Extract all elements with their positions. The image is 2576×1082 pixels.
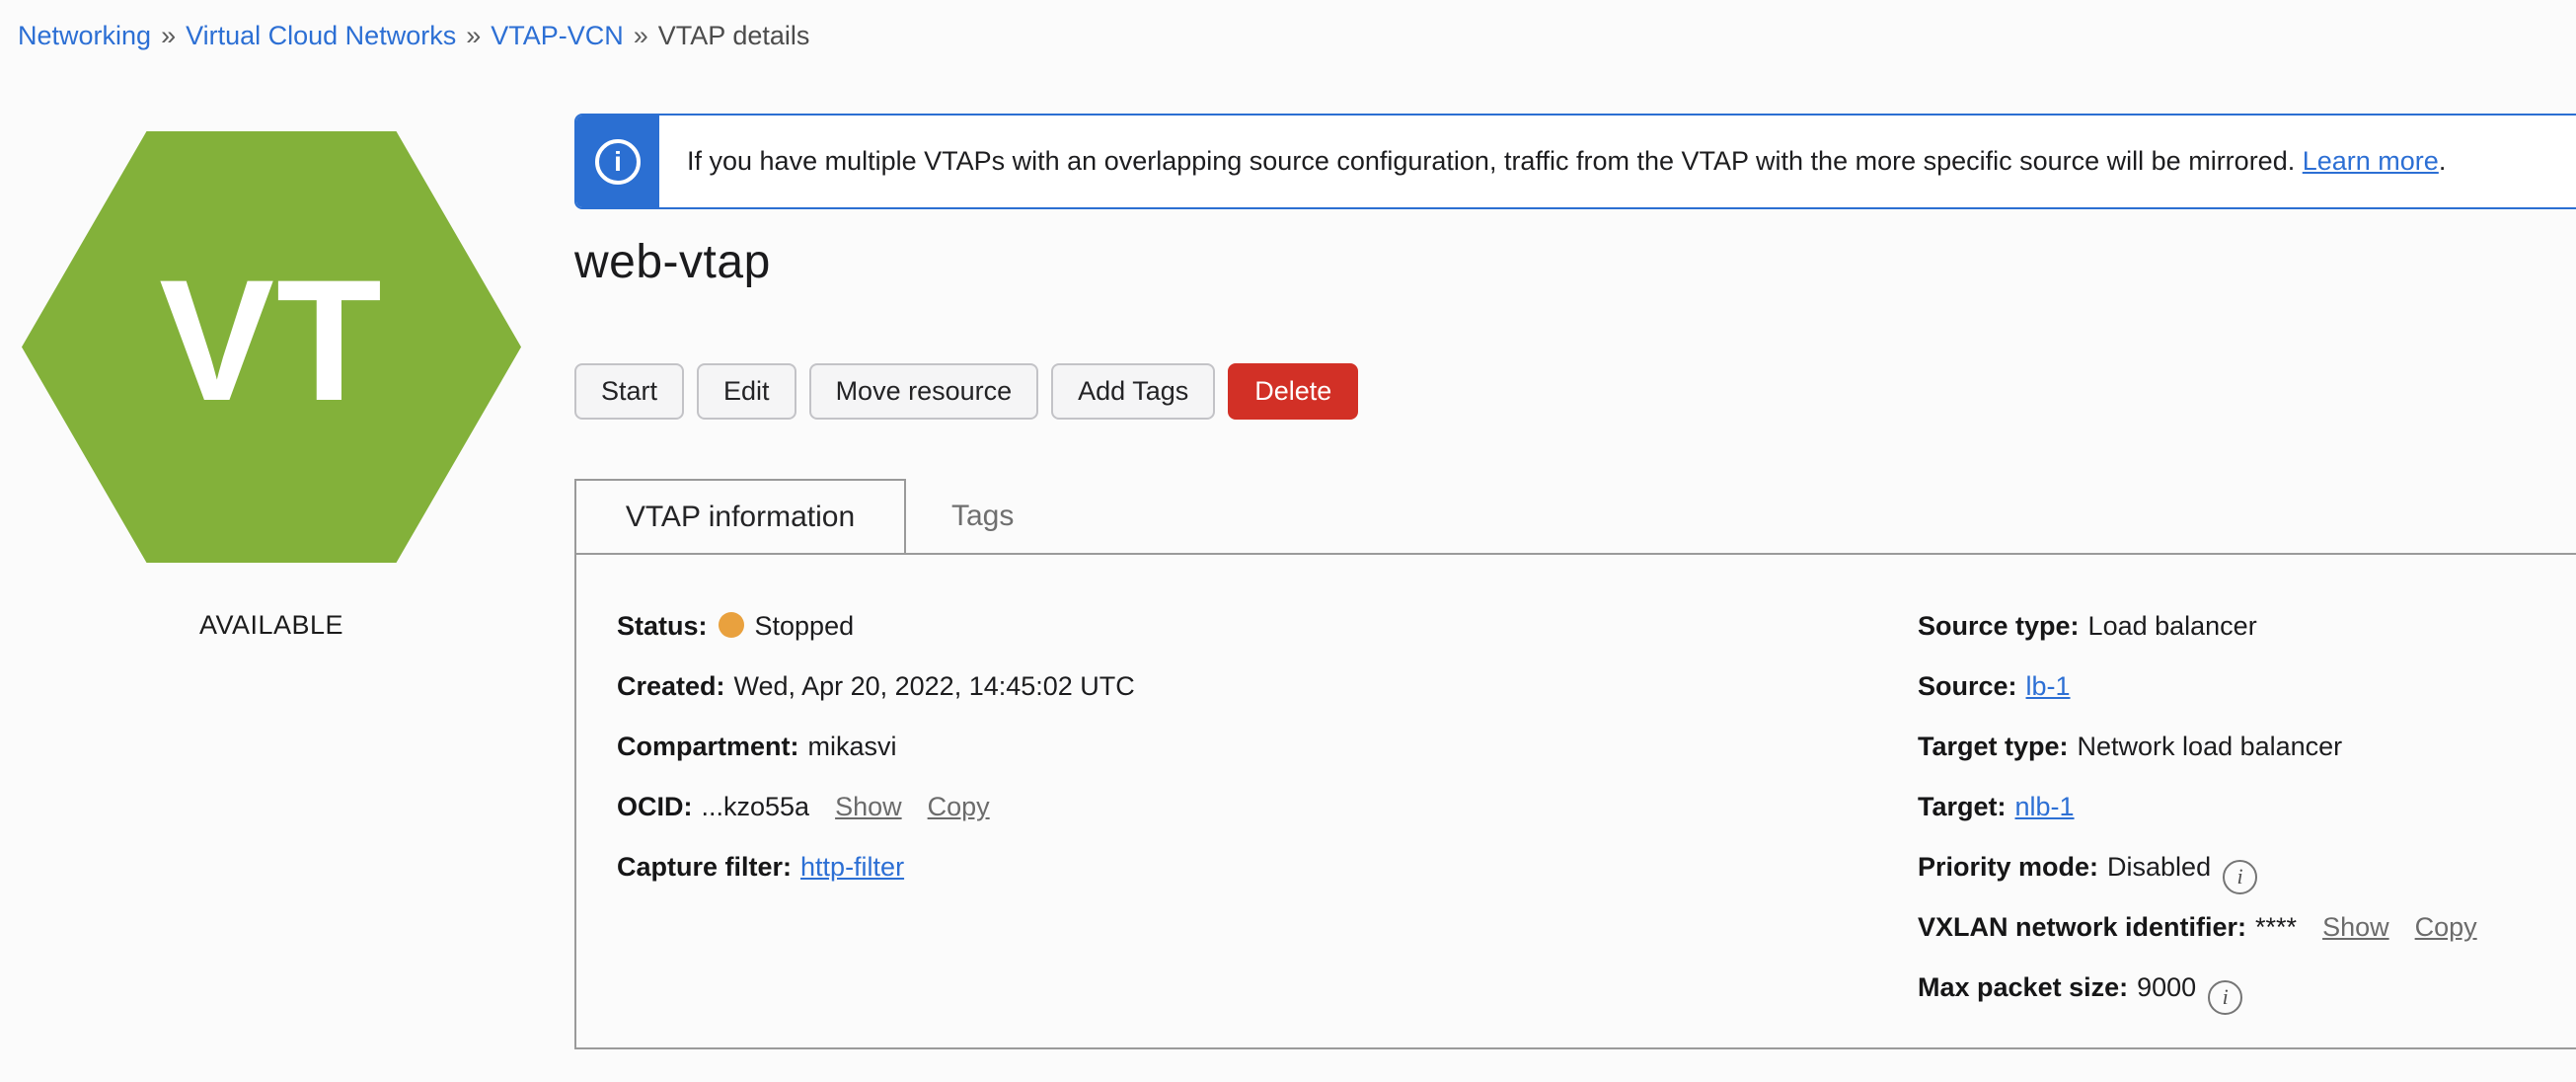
field-capture-filter: Capture filter: http-filter	[617, 850, 1135, 884]
field-value: ****	[2255, 912, 2298, 942]
field-label: OCID:	[617, 792, 693, 821]
move-resource-button[interactable]: Move resource	[808, 363, 1039, 420]
resource-initials: VT	[159, 245, 384, 437]
field-priority-mode: Priority mode: Disabled i	[1918, 850, 2477, 894]
capture-filter-link[interactable]: http-filter	[800, 852, 904, 882]
info-banner: i If you have multiple VTAPs with an ove…	[574, 114, 2576, 209]
field-source: Source: lb-1	[1918, 669, 2477, 703]
field-label: Created:	[617, 671, 725, 701]
field-label: Target:	[1918, 792, 2007, 821]
field-label: Status:	[617, 611, 708, 641]
details-left-column: Status: Stopped Created: Wed, Apr 20, 2022,…	[617, 609, 1135, 910]
field-value: Wed, Apr 20, 2022, 14:45:02 UTC	[733, 671, 1135, 701]
field-value: mikasvi	[807, 732, 897, 761]
page-title: web-vtap	[574, 236, 771, 288]
info-icon: i	[595, 138, 641, 185]
field-value: Stopped	[754, 611, 855, 641]
field-ocid: OCID: ...kzo55a Show Copy	[617, 790, 1135, 823]
source-link[interactable]: lb-1	[2026, 671, 2071, 701]
status-dot	[718, 612, 744, 638]
resource-hexagon-icon: VT	[22, 131, 521, 563]
availability-label: AVAILABLE	[198, 610, 344, 640]
ocid-copy-link[interactable]: Copy	[928, 792, 990, 821]
vxlan-network-identifier-show-link[interactable]: Show	[2322, 912, 2389, 942]
field-label: Source:	[1918, 671, 2017, 701]
breadcrumb-link-vtap-vcn[interactable]: VTAP-VCN	[491, 21, 624, 50]
field-vxlan-network-identifier: VXLAN network identifier: **** Show Copy	[1918, 910, 2477, 944]
field-label: Compartment:	[617, 732, 799, 761]
field-max-packet-size: Max packet size: 9000 i	[1918, 970, 2477, 1015]
start-button[interactable]: Start	[574, 363, 685, 420]
learn-more-link[interactable]: Learn more	[2303, 146, 2439, 176]
field-created: Created: Wed, Apr 20, 2022, 14:45:02 UTC	[617, 669, 1135, 703]
breadcrumb-separator: »	[161, 21, 177, 50]
breadcrumb-current: VTAP details	[657, 21, 810, 50]
info-icon[interactable]: i	[2223, 859, 2258, 894]
vtap-information-panel: Status: Stopped Created: Wed, Apr 20, 2022,…	[574, 553, 2576, 1049]
field-label: Priority mode:	[1918, 852, 2099, 882]
delete-button[interactable]: Delete	[1228, 363, 1359, 420]
tab-tags[interactable]: Tags	[906, 479, 1059, 553]
breadcrumb: Networking » Virtual Cloud Networks » VTAP-V…	[18, 18, 809, 53]
field-label: Source type:	[1918, 611, 2080, 641]
field-source-type: Source type: Load balancer	[1918, 609, 2477, 643]
field-label: Target type:	[1918, 732, 2069, 761]
action-buttons: Start Edit Move resource Add Tags Delete	[574, 363, 1359, 420]
field-value: ...kzo55a	[701, 792, 810, 821]
banner-message: If you have multiple VTAPs with an overl…	[687, 146, 2447, 176]
info-banner-accent: i	[576, 116, 659, 207]
breadcrumb-link-networking[interactable]: Networking	[18, 21, 151, 50]
breadcrumb-separator: »	[466, 21, 482, 50]
field-target-type: Target type: Network load balancer	[1918, 730, 2477, 763]
tab-bar: VTAP information Tags	[574, 479, 1059, 553]
field-label: Capture filter:	[617, 852, 793, 882]
breadcrumb-link-virtual-cloud-networks[interactable]: Virtual Cloud Networks	[186, 21, 456, 50]
field-target: Target: nlb-1	[1918, 790, 2477, 823]
target-link[interactable]: nlb-1	[2015, 792, 2075, 821]
vxlan-network-identifier-copy-link[interactable]: Copy	[2415, 912, 2477, 942]
ocid-show-link[interactable]: Show	[835, 792, 902, 821]
add-tags-button[interactable]: Add Tags	[1051, 363, 1216, 420]
tab-vtap-information[interactable]: VTAP information	[574, 479, 906, 553]
field-compartment: Compartment: mikasvi	[617, 730, 1135, 763]
breadcrumb-separator: »	[633, 21, 648, 50]
field-value: Network load balancer	[2077, 732, 2343, 761]
field-value: Load balancer	[2087, 611, 2257, 641]
field-label: VXLAN network identifier:	[1918, 912, 2247, 942]
field-label: Max packet size:	[1918, 972, 2129, 1002]
field-status: Status: Stopped	[617, 609, 1135, 643]
edit-button[interactable]: Edit	[697, 363, 796, 420]
field-value: Disabled	[2107, 852, 2212, 882]
info-icon[interactable]: i	[2208, 979, 2243, 1015]
field-value: 9000	[2137, 972, 2197, 1002]
details-right-column: Source type: Load balancer Source: lb-1 Targ…	[1918, 609, 2477, 1031]
